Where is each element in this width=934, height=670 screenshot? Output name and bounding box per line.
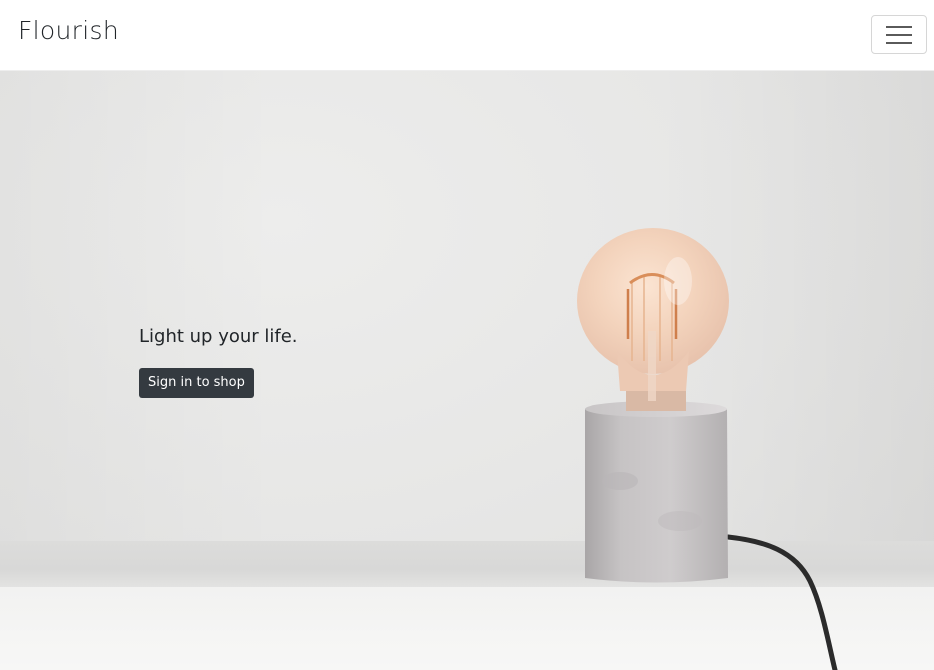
sign-in-to-shop-button[interactable]: Sign in to shop [139,368,254,398]
lightbulb-lamp-image [577,228,838,670]
hero-section: Light up your life. Sign in to shop [0,71,934,670]
brand-logo[interactable]: Flourish [18,16,119,45]
navbar: Flourish [0,0,934,71]
hero-tagline: Light up your life. [139,326,298,347]
hamburger-menu-icon [886,25,912,45]
hero-content: Light up your life. Sign in to shop [139,325,298,398]
navbar-toggler-button[interactable] [871,15,927,54]
